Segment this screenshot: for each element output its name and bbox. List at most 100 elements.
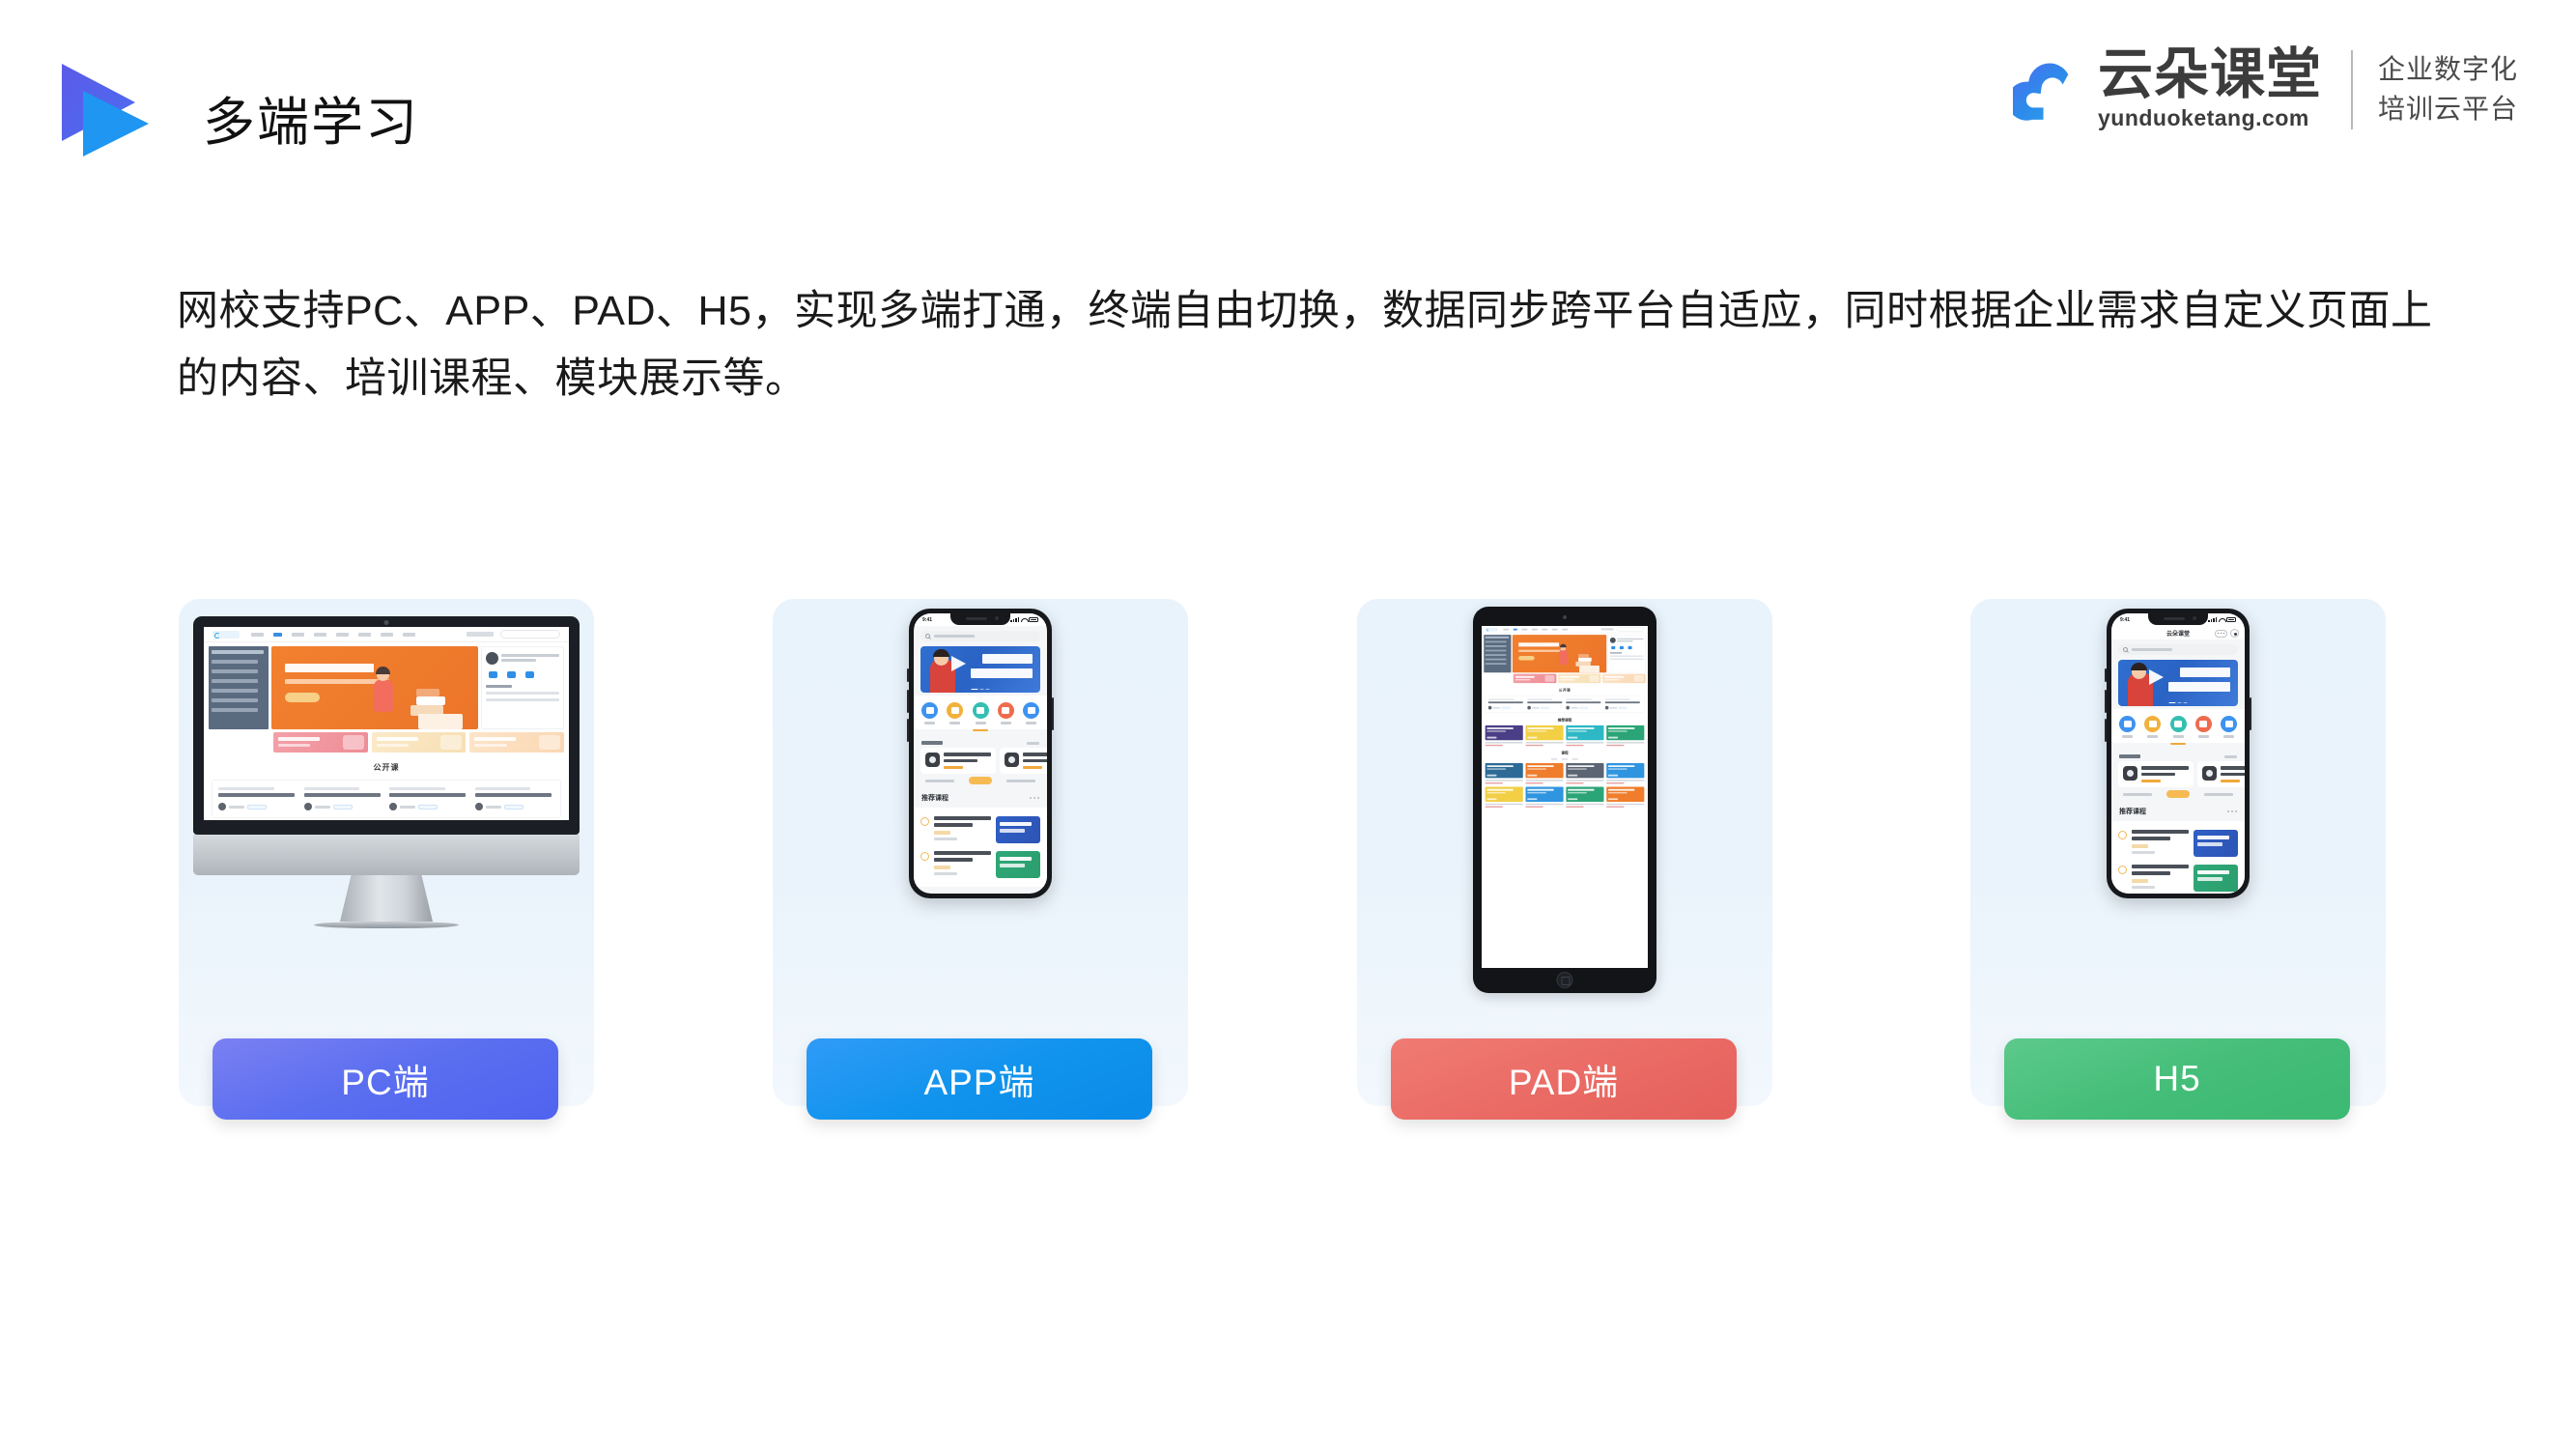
device-card-app[interactable]: 9:41 推荐课程 APP端 bbox=[773, 599, 1188, 1120]
enroll-button[interactable] bbox=[969, 777, 992, 784]
h5-title-bar: 云朵课堂 bbox=[2111, 626, 2245, 639]
desktop-monitor-illustration: 公开课 bbox=[179, 599, 594, 1005]
h5-hero-banner[interactable] bbox=[2118, 660, 2238, 706]
hero-banner-cta bbox=[285, 693, 320, 702]
logo-name-cn: 云朵课堂 bbox=[2097, 43, 2322, 105]
course-tile[interactable] bbox=[1485, 762, 1523, 784]
monitor-base bbox=[314, 922, 459, 928]
course-time bbox=[925, 779, 954, 782]
recommend-item[interactable] bbox=[2118, 826, 2238, 861]
monitor-chin bbox=[193, 835, 580, 875]
recommend-grid bbox=[1485, 724, 1645, 747]
category-docs[interactable] bbox=[1023, 702, 1039, 724]
tablet-illustration: 公开课 推荐课程 课程 bbox=[1357, 599, 1772, 1005]
course-card bbox=[218, 787, 298, 810]
device-card-pad[interactable]: 公开课 推荐课程 课程 PAD端 bbox=[1357, 599, 1772, 1120]
logo-divider bbox=[2350, 50, 2353, 129]
home-button-icon[interactable] bbox=[1556, 972, 1573, 988]
device-card-h5[interactable]: 9:41 云朵课堂 推荐课程 H5 bbox=[1970, 599, 2386, 1120]
hero-line2 bbox=[2168, 682, 2230, 692]
app-label-button[interactable]: APP端 bbox=[807, 1038, 1152, 1120]
course-tile[interactable] bbox=[1525, 786, 1564, 808]
logo-tagline-line2: 培训云平台 bbox=[2377, 94, 2518, 124]
course-tile[interactable] bbox=[1606, 762, 1645, 784]
logo-tagline: 企业数字化 培训云平台 bbox=[2378, 50, 2518, 128]
h5-label-button[interactable]: H5 bbox=[2004, 1038, 2350, 1120]
app-hero-banner[interactable] bbox=[920, 646, 1040, 693]
category-exam[interactable] bbox=[2169, 716, 2187, 738]
promo-card bbox=[469, 732, 565, 753]
pc-label-button[interactable]: PC端 bbox=[212, 1038, 558, 1120]
webcam-icon bbox=[383, 620, 389, 625]
front-camera-icon bbox=[1563, 615, 1567, 619]
course-tile[interactable] bbox=[1606, 786, 1645, 808]
course-tile[interactable] bbox=[1606, 724, 1645, 747]
phone-notch bbox=[950, 613, 1010, 625]
live-course-footer bbox=[914, 774, 1047, 784]
site-category-sidebar bbox=[1484, 635, 1512, 673]
live-course-card[interactable] bbox=[2197, 761, 2245, 787]
news-icon bbox=[997, 702, 1014, 719]
course-card bbox=[303, 787, 384, 810]
course-tile[interactable] bbox=[1485, 786, 1523, 808]
category-docs[interactable] bbox=[2221, 716, 2237, 738]
category-courses[interactable] bbox=[2119, 716, 2136, 738]
site-hero-banner bbox=[1512, 635, 1607, 673]
recommend-section-header: 推荐课程 bbox=[2111, 798, 2245, 821]
category-live[interactable] bbox=[947, 702, 964, 724]
course-thumbnail bbox=[996, 816, 1040, 843]
recommend-title: 推荐课程 bbox=[2119, 809, 2146, 815]
imac-device: 公开课 bbox=[193, 616, 580, 928]
phone-screen: 9:41 云朵课堂 推荐课程 bbox=[2111, 613, 2245, 894]
recommend-title: 推荐课程 bbox=[1557, 718, 1572, 723]
signal-icon bbox=[1010, 617, 1019, 622]
quick-action-icons bbox=[486, 671, 559, 678]
category-news[interactable] bbox=[997, 702, 1014, 724]
h5-search-input[interactable] bbox=[2118, 644, 2238, 655]
course-grid bbox=[1485, 762, 1645, 784]
recommend-item[interactable] bbox=[2118, 861, 2238, 894]
live-course-card[interactable] bbox=[920, 748, 996, 774]
rank-badge bbox=[2118, 866, 2127, 874]
site-logo-icon bbox=[1486, 627, 1498, 632]
course-time bbox=[2123, 792, 2152, 796]
course-tile[interactable] bbox=[1485, 724, 1523, 747]
tablet-screen: 公开课 推荐课程 课程 bbox=[1482, 626, 1648, 968]
device-card-pc[interactable]: 公开课 PC端 bbox=[179, 599, 594, 1120]
course-tile[interactable] bbox=[1566, 762, 1604, 784]
category-exam[interactable] bbox=[972, 702, 989, 724]
tablet-recommend-section: 推荐课程 课程 bbox=[1482, 718, 1648, 808]
course-tile[interactable] bbox=[1566, 786, 1604, 808]
intro-paragraph: 网校支持PC、APP、PAD、H5，实现多端打通，终端自由切换，数据同步跨平台自… bbox=[177, 288, 2433, 402]
recommend-item[interactable] bbox=[920, 847, 1040, 882]
live-course-card[interactable] bbox=[1000, 748, 1047, 774]
hero-illustration bbox=[1549, 639, 1602, 673]
category-news[interactable] bbox=[2194, 716, 2212, 738]
rank-badge bbox=[920, 852, 929, 861]
live-course-card[interactable] bbox=[2118, 761, 2194, 787]
status-icons bbox=[1010, 617, 1038, 622]
cloud-icon bbox=[2012, 54, 2096, 137]
course-tile[interactable] bbox=[1525, 762, 1564, 784]
wechat-capsule-buttons[interactable] bbox=[2215, 629, 2239, 638]
enroll-button[interactable] bbox=[2166, 790, 2190, 798]
live-course-list bbox=[2111, 761, 2245, 787]
course-tile[interactable] bbox=[1525, 724, 1564, 747]
site-search-input bbox=[500, 630, 560, 639]
site-user-panel bbox=[1607, 635, 1646, 673]
docs-icon bbox=[1023, 702, 1039, 719]
megaphone-icon bbox=[2149, 669, 2164, 685]
announcement-list bbox=[486, 685, 559, 701]
pad-label-button[interactable]: PAD端 bbox=[1391, 1038, 1737, 1120]
category-live[interactable] bbox=[2144, 716, 2162, 738]
recommend-item[interactable] bbox=[920, 812, 1040, 847]
play-triangle-icon bbox=[60, 56, 166, 162]
live-section-header bbox=[2111, 750, 2245, 761]
site-category-sidebar bbox=[209, 646, 269, 729]
course-filter-tabs[interactable] bbox=[1486, 757, 1645, 760]
category-courses[interactable] bbox=[921, 702, 938, 724]
logo-tagline-line1: 企业数字化 bbox=[2377, 54, 2518, 85]
app-search-input[interactable] bbox=[920, 631, 1040, 641]
h5-title: 云朵课堂 bbox=[2166, 631, 2190, 638]
course-tile[interactable] bbox=[1566, 724, 1604, 747]
